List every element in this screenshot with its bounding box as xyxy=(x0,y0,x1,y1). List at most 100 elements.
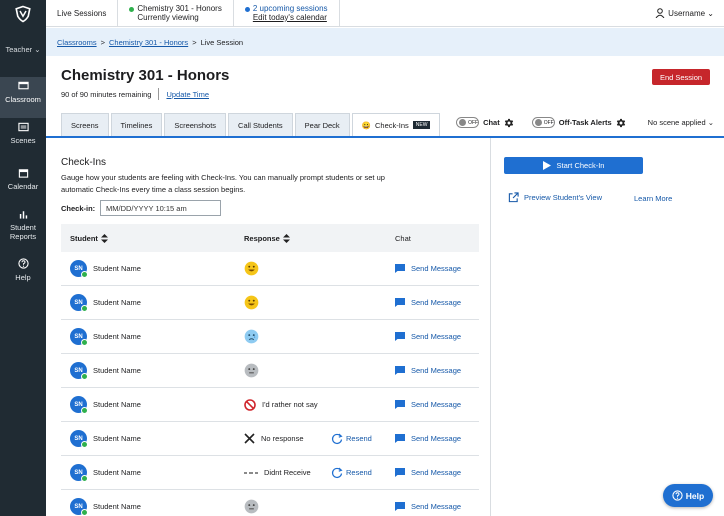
student-name[interactable]: Student Name xyxy=(93,366,141,375)
table-row: SN Student Name Send Message xyxy=(61,354,479,388)
sidebar-item-classroom[interactable]: Classroom xyxy=(0,77,46,118)
upcoming-sessions[interactable]: 2 upcoming sessions Edit today's calenda… xyxy=(234,0,340,26)
tab-call-students[interactable]: Call Students xyxy=(228,113,293,136)
resend-icon xyxy=(331,433,343,445)
tab-screens[interactable]: Screens xyxy=(61,113,109,136)
student-name[interactable]: Student Name xyxy=(93,502,141,511)
shield-logo-icon[interactable] xyxy=(0,0,46,27)
upcoming-sessions-title[interactable]: 2 upcoming sessions xyxy=(253,4,328,13)
user-menu[interactable]: Username ⌄ xyxy=(655,0,724,26)
current-session[interactable]: Chemistry 301 - Honors Currently viewing xyxy=(118,0,234,26)
chat-bubble-icon xyxy=(395,366,405,375)
edit-calendar-link[interactable]: Edit today's calendar xyxy=(253,13,328,22)
off-task-label: Off-Task Alerts xyxy=(558,118,612,127)
smile-emoji-icon: 😀 xyxy=(361,120,372,130)
session-controls: OFF Chat OFF Off-Task Alerts No scene ap… xyxy=(456,117,714,128)
off-task-toggle[interactable]: OFF xyxy=(531,117,555,128)
table-row: SN Student Name Didnt Receive Resend Send Me… xyxy=(61,456,479,490)
response-header-label: Response xyxy=(244,233,280,243)
student-name[interactable]: Student Name xyxy=(93,434,141,443)
role-selector[interactable]: Teacher ⌄ xyxy=(0,45,46,54)
current-session-title: Chemistry 301 - Honors xyxy=(137,4,222,13)
resend-label: Resend xyxy=(346,434,372,443)
send-message-button[interactable]: Send Message xyxy=(395,366,461,375)
check-in-label: Check-in: xyxy=(61,204,96,213)
sidebar-item-label: Calendar xyxy=(7,182,39,191)
student-name[interactable]: Student Name xyxy=(93,400,141,409)
student-avatar: SN xyxy=(70,396,88,414)
tab-check-ins[interactable]: 😀 Check-Ins NEW xyxy=(351,113,441,136)
send-message-button[interactable]: Send Message xyxy=(395,434,461,443)
response-cell: I'd rather not say xyxy=(244,398,318,411)
neutral-face-icon xyxy=(244,363,259,378)
scene-selector[interactable]: No scene applied ⌄ xyxy=(648,118,714,127)
chat-column-header: Chat xyxy=(395,233,411,243)
send-message-button[interactable]: Send Message xyxy=(395,332,461,341)
response-column-header[interactable]: Response xyxy=(244,233,290,243)
toggle-knob xyxy=(459,119,467,126)
response-cell xyxy=(244,329,259,344)
chat-bubble-icon xyxy=(395,400,405,409)
sidebar-item-label: Help xyxy=(15,273,31,282)
sidebar-item-help[interactable]: Help xyxy=(0,258,46,288)
response-text: I'd rather not say xyxy=(262,400,318,409)
resend-button[interactable]: Resend xyxy=(331,433,372,445)
happy-face-icon xyxy=(244,295,259,310)
response-text: Didnt Receive xyxy=(264,468,311,477)
preview-student-view-link[interactable]: Preview Student's View xyxy=(508,192,602,203)
help-button[interactable]: Help xyxy=(663,484,713,507)
send-message-button[interactable]: Send Message xyxy=(395,468,461,477)
learn-more-link[interactable]: Learn More xyxy=(634,194,672,203)
send-message-label: Send Message xyxy=(411,298,462,307)
check-ins-panel: Check-Ins Gauge how your students are fe… xyxy=(46,138,490,516)
session-meta: 90 of 90 minutes remaining Update Time xyxy=(61,88,209,100)
gear-icon[interactable] xyxy=(616,118,626,128)
end-session-button[interactable]: End Session xyxy=(652,69,710,85)
send-message-label: Send Message xyxy=(411,468,462,477)
help-label: Help xyxy=(685,490,705,501)
table-header: Student Response Chat xyxy=(61,224,479,252)
table-row: SN Student Name Send Message xyxy=(61,252,479,286)
send-message-label: Send Message xyxy=(411,502,462,511)
student-name[interactable]: Student Name xyxy=(93,468,141,477)
start-check-in-button[interactable]: Start Check-In xyxy=(504,157,643,174)
live-sessions-tab[interactable]: Live Sessions xyxy=(46,0,119,26)
section-title: Check-Ins xyxy=(61,157,107,168)
response-cell xyxy=(244,295,259,310)
check-in-datetime-input[interactable] xyxy=(100,200,221,216)
student-name[interactable]: Student Name xyxy=(93,264,141,273)
current-session-subtitle: Currently viewing xyxy=(137,13,199,22)
top-bar: Live Sessions Chemistry 301 - Honors Cur… xyxy=(46,0,724,27)
gear-icon[interactable] xyxy=(504,118,514,128)
sidebar-item-scenes[interactable]: Scenes xyxy=(0,122,46,152)
sidebar-item-calendar[interactable]: Calendar xyxy=(0,168,46,198)
student-avatar: SN xyxy=(70,430,88,448)
update-time-link[interactable]: Update Time xyxy=(166,90,209,99)
preview-label: Preview Student's View xyxy=(524,193,602,202)
breadcrumb-classrooms[interactable]: Classrooms xyxy=(57,38,97,47)
breadcrumb-class[interactable]: Chemistry 301 - Honors xyxy=(109,38,188,47)
tab-timelines[interactable]: Timelines xyxy=(110,113,163,136)
send-message-label: Send Message xyxy=(411,434,462,443)
resend-button[interactable]: Resend xyxy=(331,467,372,479)
sidebar-item-student-reports[interactable]: Student Reports xyxy=(0,209,46,243)
send-message-button[interactable]: Send Message xyxy=(395,502,461,511)
tab-check-ins-label: Check-Ins xyxy=(375,120,409,130)
table-row: SN Student Name Send Message xyxy=(61,320,479,354)
bar-chart-icon xyxy=(0,209,46,219)
tab-screenshots[interactable]: Screenshots xyxy=(164,113,227,136)
student-name[interactable]: Student Name xyxy=(93,298,141,307)
chat-bubble-icon xyxy=(395,468,405,477)
student-avatar: SN xyxy=(70,498,88,516)
student-name[interactable]: Student Name xyxy=(93,332,141,341)
response-cell xyxy=(244,261,259,276)
chat-bubble-icon xyxy=(395,332,405,341)
chat-toggle[interactable]: OFF xyxy=(456,117,480,128)
send-message-button[interactable]: Send Message xyxy=(395,298,461,307)
student-column-header[interactable]: Student xyxy=(70,233,108,243)
tab-pear-deck[interactable]: Pear Deck xyxy=(294,113,350,136)
send-message-button[interactable]: Send Message xyxy=(395,264,461,273)
send-message-button[interactable]: Send Message xyxy=(395,400,461,409)
send-message-label: Send Message xyxy=(411,400,462,409)
response-cell: Didnt Receive xyxy=(244,468,311,477)
